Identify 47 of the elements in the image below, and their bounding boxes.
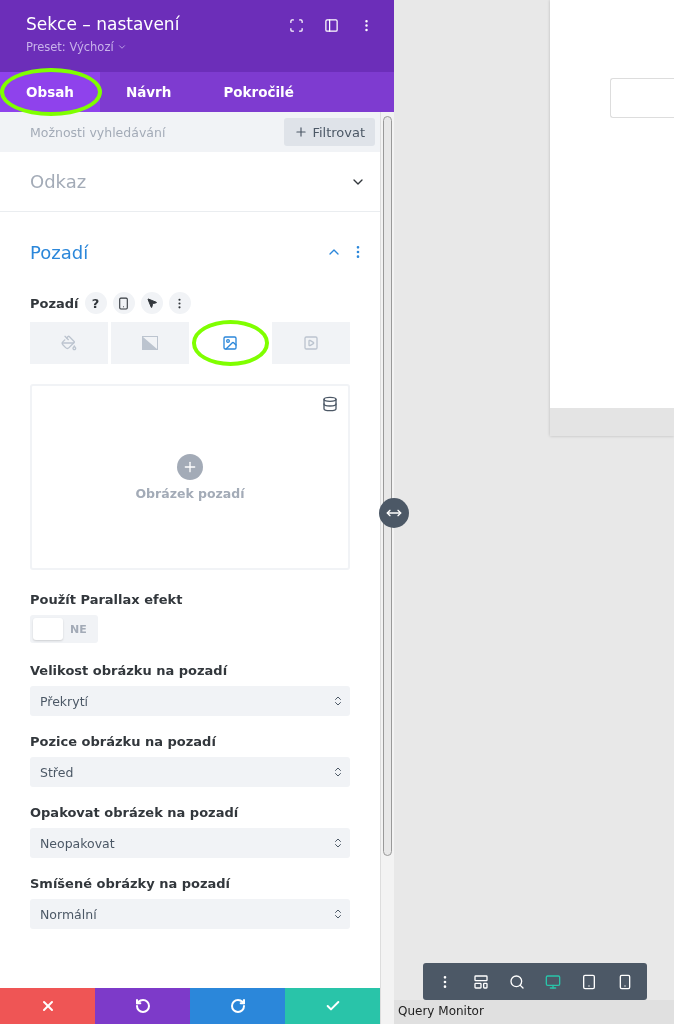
caret-icon — [116, 42, 127, 52]
preset-dropdown[interactable]: Preset: Výchozí — [26, 40, 180, 54]
sort-arrows-icon — [332, 766, 344, 778]
select-field[interactable]: Překrytí — [30, 686, 350, 716]
status-text: Query Monitor — [394, 1000, 674, 1024]
field-label: Použít Parallax efekt — [30, 592, 184, 607]
add-icon — [177, 453, 203, 480]
select-field[interactable]: Střed — [30, 757, 350, 787]
plus-icon — [294, 125, 309, 139]
resize-handle[interactable] — [379, 498, 409, 528]
tablet-icon[interactable] — [581, 973, 597, 990]
sidebar-icon[interactable] — [324, 18, 339, 33]
scrollbar-thumb[interactable] — [383, 116, 392, 856]
select-field[interactable]: Neopakovat — [30, 828, 350, 858]
phone-icon[interactable] — [112, 292, 135, 314]
sort-arrows-icon — [332, 908, 344, 920]
select-field[interactable]: Normální — [30, 899, 350, 929]
help-icon[interactable]: ? — [84, 292, 107, 314]
undo-icon — [134, 998, 151, 1014]
filter-button[interactable]: Filtrovat — [284, 118, 375, 146]
settings-tab[interactable]: Návrh — [99, 72, 198, 112]
field-label: Velikost obrázku na pozadí — [30, 663, 229, 678]
gradient-icon — [141, 336, 158, 350]
play-icon — [303, 335, 320, 351]
field-label: Pozadí — [30, 295, 79, 311]
section-title[interactable]: Pozadí — [30, 241, 89, 263]
focus-icon[interactable] — [289, 18, 304, 33]
redo-button[interactable] — [190, 988, 285, 1024]
redo-icon — [229, 998, 246, 1014]
desktop-icon[interactable] — [545, 973, 561, 990]
cursor-icon[interactable] — [140, 292, 163, 314]
sort-arrows-icon — [332, 837, 344, 849]
database-icon[interactable] — [322, 396, 338, 412]
undo-button[interactable] — [95, 988, 190, 1024]
field-label: Smíšené obrázky na pozadí — [30, 876, 232, 891]
more-icon[interactable] — [168, 292, 191, 314]
field-label: Opakovat obrázek na pozadí — [30, 805, 240, 820]
image-icon — [222, 335, 239, 351]
zoom-icon[interactable] — [509, 973, 525, 990]
panel-title: Sekce – nastavení — [26, 14, 180, 34]
paint-bucket-icon — [60, 335, 77, 351]
sort-arrows-icon — [332, 695, 344, 707]
module-placeholder — [610, 78, 674, 118]
settings-tab[interactable]: Pokročilé — [197, 72, 320, 112]
layout-icon[interactable] — [473, 973, 489, 990]
phone-icon[interactable] — [617, 973, 633, 990]
field-label: Pozice obrázku na pozadí — [30, 734, 217, 749]
